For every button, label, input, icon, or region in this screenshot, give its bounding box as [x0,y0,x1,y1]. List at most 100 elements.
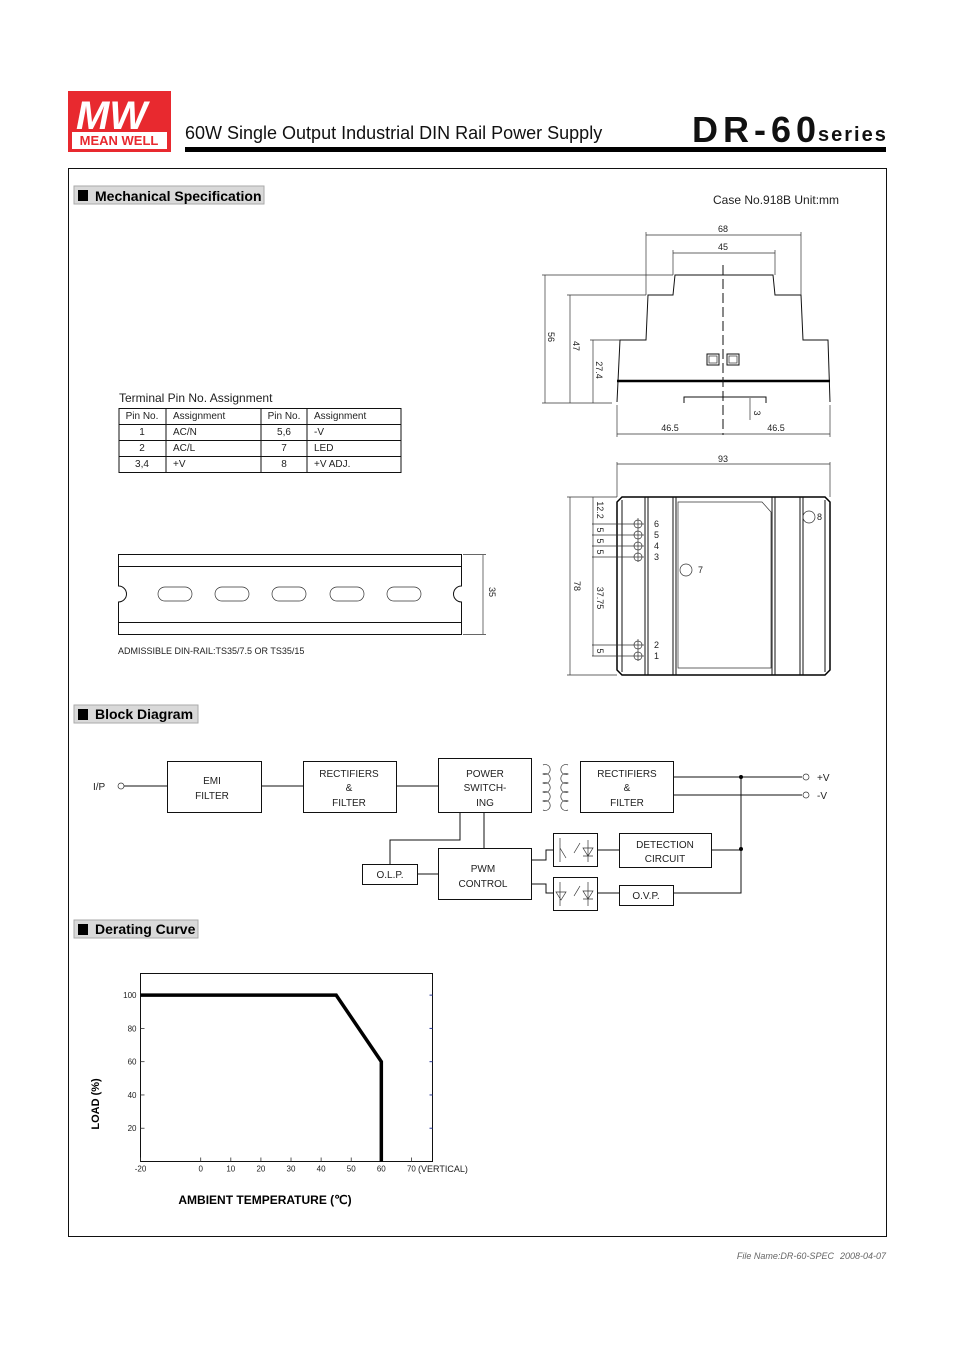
svg-text:46.5: 46.5 [661,423,679,433]
x-tick-label: 30 [287,1165,296,1174]
svg-text:EMI: EMI [203,776,221,787]
svg-text:Derating Curve: Derating Curve [95,921,196,937]
svg-text:CIRCUIT: CIRCUIT [645,854,686,865]
output-negative-label: -V [817,791,827,802]
bottom-view-drawing: 93 6 5 4 3 2 1 7 8 78 12.2 5 5 5 37.75 5 [567,454,831,676]
svg-text:37.75: 37.75 [595,587,605,610]
svg-text:ING: ING [476,798,494,809]
svg-text:5,6: 5,6 [277,427,291,438]
table-row: 3,4 +V 8 +V ADJ. [135,459,350,470]
svg-text:12.2: 12.2 [595,501,605,519]
logo-text: MEAN WELL [80,133,159,148]
table-header: Assignment [314,411,366,422]
table-header: Pin No. [268,411,301,422]
y-tick-label: 100 [123,991,137,1000]
svg-text:Block Diagram: Block Diagram [95,706,193,722]
svg-text:O.L.P.: O.L.P. [376,870,403,881]
detection-circuit-block: DETECTION CIRCUIT [619,833,712,868]
section-heading-block-diagram: Block Diagram [73,704,199,724]
svg-text:CONTROL: CONTROL [459,879,508,890]
svg-text:3,4: 3,4 [135,459,149,470]
table-row: 1 AC/N 5,6 -V [139,427,324,438]
svg-text:AC/L: AC/L [173,443,196,454]
x-axis-label: AMBIENT TEMPERATURE (℃) [178,1193,351,1207]
footer-file-info: File Name:DR-60-SPEC 2008-04-07 [737,1251,887,1261]
svg-text:8: 8 [281,459,287,470]
x-tick-label: -20 [135,1165,147,1174]
din-rail-note: ADMISSIBLE DIN-RAIL:TS35/7.5 OR TS35/15 [118,646,304,656]
section-heading-derating-curve: Derating Curve [73,919,199,939]
pin-label: 1 [654,651,659,661]
svg-text:AC/N: AC/N [173,427,197,438]
datasheet-page: MW MEAN WELL 60W Single Output Industria… [68,91,888,1261]
section-heading-mechanical: Mechanical Specification [73,185,265,205]
page-title: 60W Single Output Industrial DIN Rail Po… [185,123,602,143]
power-switching-block: POWER SWITCH- ING [438,758,532,813]
model-name: DR-60 [692,109,821,150]
svg-text:PWM: PWM [471,864,495,875]
table-header: Pin No. [126,411,159,422]
file-name: File Name:DR-60-SPEC [737,1251,835,1261]
emi-filter-block: EMI FILTER [167,761,262,813]
x-tick-label: 10 [226,1165,235,1174]
svg-text:+V ADJ.: +V ADJ. [314,459,350,470]
svg-text:5: 5 [595,527,605,532]
adj-label: 8 [817,512,822,522]
svg-text:5: 5 [595,648,605,653]
block-diagram: I/P +V -V EMI FILTER RECTIFIERS & FILTER… [93,758,830,911]
svg-text:56: 56 [546,332,556,342]
olp-block: O.L.P. [362,864,418,885]
pin-label: 4 [654,541,659,551]
svg-text:45: 45 [718,242,728,252]
side-view-drawing: 68 45 56 47 27.4 46.5 46.5 3 [542,224,831,437]
y-axis-label: LOAD (%) [90,1078,102,1130]
svg-text:-V: -V [314,427,324,438]
svg-text:5: 5 [595,549,605,554]
content-frame [68,168,887,1237]
svg-text:68: 68 [718,224,728,234]
x-tick-label: 60 [377,1165,386,1174]
svg-text:3: 3 [752,410,762,415]
svg-text:FILTER: FILTER [195,791,229,802]
svg-text:2: 2 [139,443,145,454]
svg-text:&: & [624,783,631,794]
terminal-table-title: Terminal Pin No. Assignment [119,391,273,405]
pwm-control-block: PWM CONTROL [438,848,532,900]
output-positive-label: +V [817,773,830,784]
svg-text:1: 1 [139,427,145,438]
y-tick-label: 60 [128,1058,137,1067]
pin-label: 3 [654,552,659,562]
din-rail-drawing: 35 [118,554,497,635]
x-tick-label: 0 [198,1165,203,1174]
svg-text:SWITCH-: SWITCH- [464,783,507,794]
led-label: 7 [698,565,703,575]
svg-text:Mechanical Specification: Mechanical Specification [95,188,262,204]
pin-label: 2 [654,640,659,650]
series-label: series [818,124,888,146]
input-label: I/P [93,782,106,793]
svg-text:47: 47 [571,341,581,351]
svg-text:46.5: 46.5 [767,423,785,433]
svg-text:LED: LED [314,443,333,454]
pin-label: 6 [654,519,659,529]
svg-text:DETECTION: DETECTION [636,840,694,851]
mean-well-logo: MW MEAN WELL [68,91,171,152]
ovp-block: O.V.P. [619,885,674,906]
output-rectifier-block: RECTIFIERS & FILTER [580,761,674,813]
svg-text:FILTER: FILTER [610,798,644,809]
plot-frame [140,973,433,1162]
svg-text:RECTIFIERS: RECTIFIERS [319,769,379,780]
x-tick-label: 70 [407,1165,416,1174]
transformer-symbol [542,764,569,811]
case-info: Case No.918B Unit:mm [713,193,839,207]
table-row: 2 AC/L 7 LED [139,443,333,454]
svg-text:93: 93 [718,454,728,464]
svg-text:FILTER: FILTER [332,798,366,809]
terminal-pin-table: Pin No. Assignment Pin No. Assignment 1 … [118,408,402,473]
svg-text:RECTIFIERS: RECTIFIERS [597,769,657,780]
svg-text:O.V.P.: O.V.P. [632,891,659,902]
optocoupler-symbol [553,833,598,911]
y-tick-label: 40 [128,1091,137,1100]
y-tick-label: 20 [128,1124,137,1133]
svg-text:5: 5 [595,538,605,543]
